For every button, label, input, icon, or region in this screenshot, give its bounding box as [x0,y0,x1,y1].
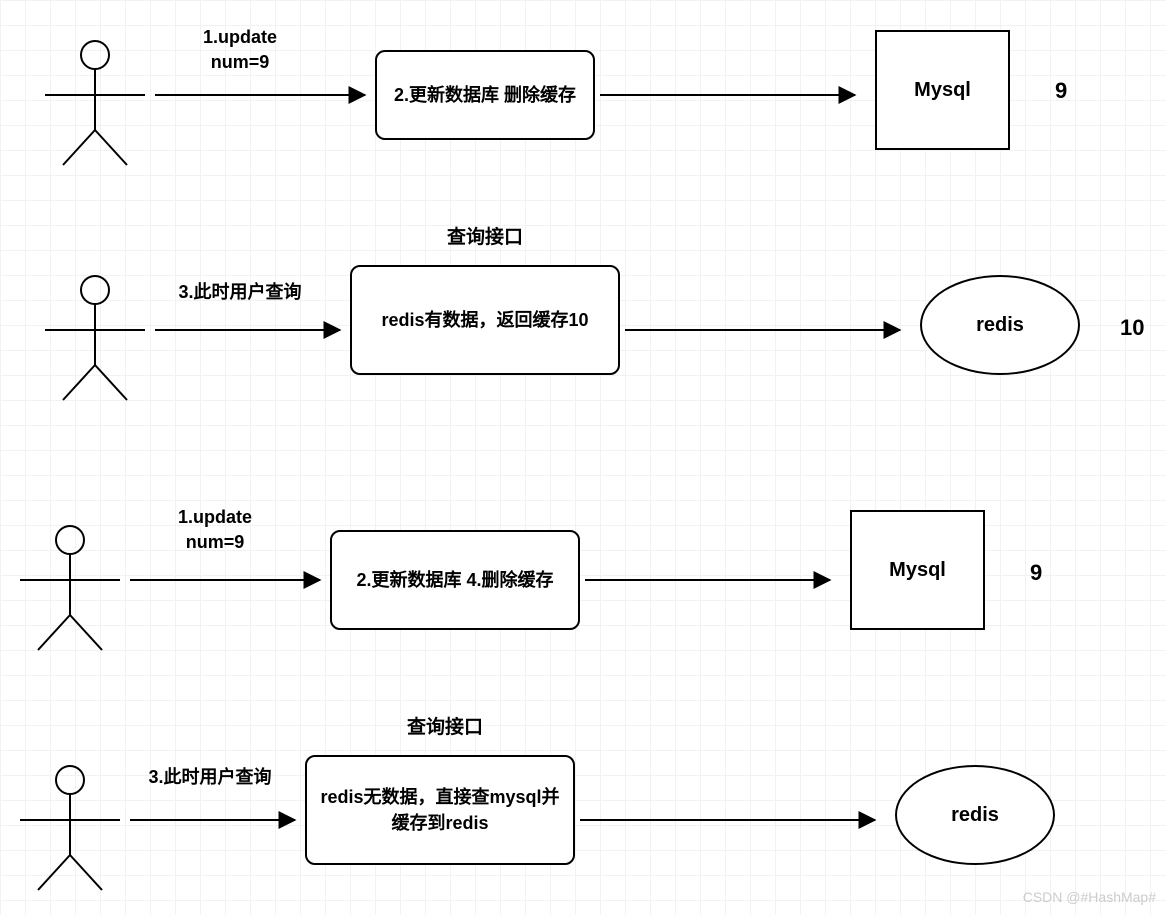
arrow [155,90,370,100]
step-box: redis有数据，返回缓存10 [350,265,620,375]
arrow [600,90,860,100]
arrow [155,325,345,335]
mysql-label: Mysql [889,559,946,582]
redis-ellipse: redis [895,765,1055,865]
redis-value: 10 [1120,315,1144,341]
actor-icon [20,520,130,655]
step-box: redis无数据，直接查mysql并缓存到redis [305,755,575,865]
arrow [130,575,325,585]
actor-icon [45,270,155,405]
arrow-label: 1.update num=9 [135,505,295,555]
mysql-box: Mysql [850,510,985,630]
redis-label: redis [976,314,1024,337]
step-box-text: redis无数据，直接查mysql并缓存到redis [313,784,567,836]
arrow-label: 1.update num=9 [160,25,320,75]
mysql-label: Mysql [914,79,971,102]
redis-label: redis [951,804,999,827]
arrow-label: 3.此时用户查询 [110,765,310,790]
mysql-value: 9 [1055,78,1067,104]
mysql-value: 9 [1030,560,1042,586]
mysql-box: Mysql [875,30,1010,150]
arrow [585,575,835,585]
step-box: 2.更新数据库 删除缓存 [375,50,595,140]
watermark: CSDN @#HashMap# [1023,889,1156,905]
arrow [130,815,300,825]
arrow [580,815,880,825]
step-box: 2.更新数据库 4.删除缓存 [330,530,580,630]
redis-ellipse: redis [920,275,1080,375]
step-box-text: 2.更新数据库 删除缓存 [394,82,576,108]
section-header: 查询接口 [370,715,520,742]
step-box-text: 2.更新数据库 4.删除缓存 [356,567,553,593]
step-box-text: redis有数据，返回缓存10 [381,307,588,333]
arrow [625,325,905,335]
arrow-label: 3.此时用户查询 [140,280,340,305]
actor-icon [45,35,155,170]
section-header: 查询接口 [410,225,560,252]
